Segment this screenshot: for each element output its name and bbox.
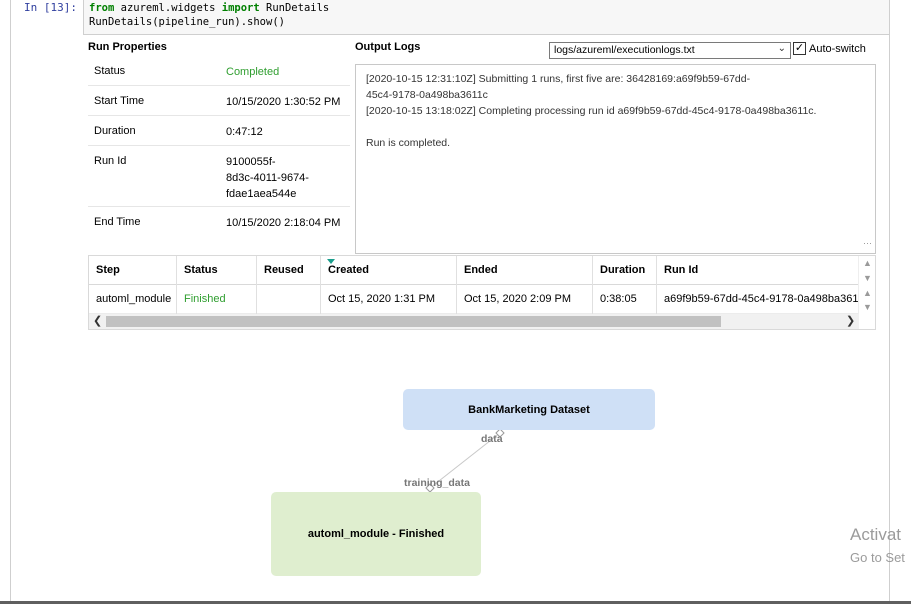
- module-node-label: automl_module - Finished: [307, 528, 445, 540]
- module-input-port-label: training_data: [404, 477, 470, 489]
- activation-watermark-subtitle: Go to Set: [850, 550, 905, 565]
- dataset-output-port-label: data: [481, 433, 503, 445]
- activation-watermark-title: Activat: [850, 525, 902, 544]
- module-node[interactable]: automl_module - Finished: [271, 492, 481, 576]
- dataset-node-label: BankMarketing Dataset: [468, 403, 590, 416]
- dataset-node[interactable]: BankMarketing Dataset: [403, 389, 655, 430]
